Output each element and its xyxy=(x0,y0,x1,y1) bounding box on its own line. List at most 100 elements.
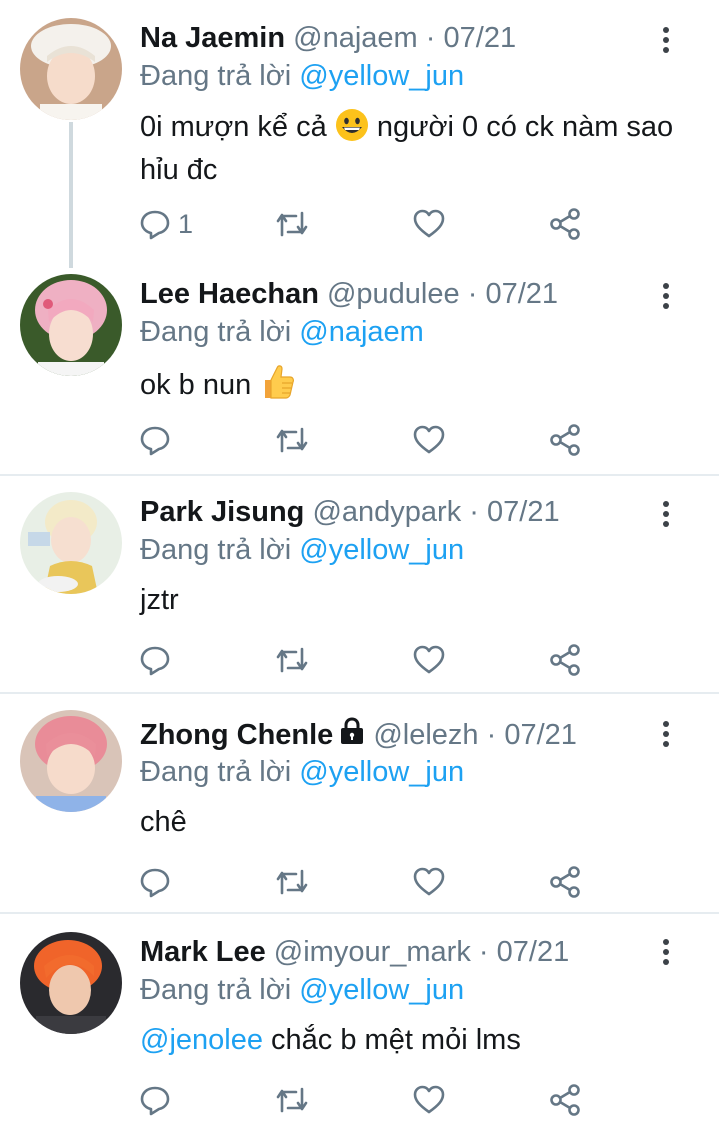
avatar[interactable] xyxy=(20,710,122,812)
like-button[interactable] xyxy=(412,204,446,244)
more-options-icon[interactable] xyxy=(654,499,678,529)
user-handle[interactable]: @pudulee xyxy=(327,278,460,310)
reply-mention-link[interactable]: @yellow_jun xyxy=(299,60,464,92)
more-options-icon[interactable] xyxy=(654,937,678,967)
user-handle[interactable]: @imyour_mark xyxy=(274,936,471,968)
display-name[interactable]: Park Jisung xyxy=(140,496,304,528)
avatar[interactable] xyxy=(20,18,122,120)
tweet-header: Mark Lee @imyour_mark · 07/21 xyxy=(140,934,569,970)
retweet-icon xyxy=(276,427,308,453)
replying-to: Đang trả lời @yellow_jun xyxy=(140,58,464,94)
more-options-icon[interactable] xyxy=(654,281,678,311)
replying-to: Đang trả lời @najaem xyxy=(140,314,424,350)
tweet-text-part: chê xyxy=(140,806,187,838)
share-button[interactable] xyxy=(548,204,582,244)
user-handle[interactable]: @andypark xyxy=(312,496,461,528)
reply-icon xyxy=(140,426,170,456)
tweet-text: @jenolee chắc b mệt mỏi lms xyxy=(140,1022,680,1059)
retweet-button[interactable] xyxy=(274,1080,310,1120)
tweet-actions xyxy=(138,640,598,680)
avatar[interactable] xyxy=(20,492,122,594)
reply-prefix: Đang trả lời xyxy=(140,974,292,1006)
like-button[interactable] xyxy=(412,420,446,460)
reply-count: 1 xyxy=(178,208,194,239)
reply-button[interactable] xyxy=(138,640,172,680)
tweet-actions xyxy=(138,1080,598,1120)
user-handle[interactable]: @najaem xyxy=(293,22,418,54)
tweet-text: chê xyxy=(140,804,680,841)
tweet-text-part: jztr xyxy=(140,584,179,616)
share-icon xyxy=(550,424,580,456)
retweet-button[interactable] xyxy=(274,204,310,244)
share-icon xyxy=(550,208,580,240)
tweet-lelezh[interactable]: Zhong Chenle @lelezh · 07/21 Đang trả lời… xyxy=(0,694,719,912)
retweet-icon xyxy=(276,647,308,673)
retweet-button[interactable] xyxy=(274,420,310,460)
tweet-pudulee[interactable]: Lee Haechan @pudulee · 07/21 Đang trả lờ… xyxy=(0,260,719,474)
share-icon xyxy=(550,1084,580,1116)
reply-prefix: Đang trả lời xyxy=(140,316,292,348)
retweet-icon xyxy=(276,211,308,237)
display-name[interactable]: Lee Haechan xyxy=(140,278,319,310)
like-button[interactable] xyxy=(412,1080,446,1120)
replying-to: Đang trả lời @yellow_jun xyxy=(140,532,464,568)
tweet-header: Lee Haechan @pudulee · 07/21 xyxy=(140,276,558,312)
more-options-icon[interactable] xyxy=(654,25,678,55)
reply-prefix: Đang trả lời xyxy=(140,60,292,92)
reply-mention-link[interactable]: @yellow_jun xyxy=(299,756,464,788)
tweet-date[interactable]: 07/21 xyxy=(497,936,570,968)
reply-button[interactable] xyxy=(138,420,172,460)
share-button[interactable] xyxy=(548,1080,582,1120)
reply-icon xyxy=(140,646,170,676)
retweet-button[interactable] xyxy=(274,640,310,680)
retweet-button[interactable] xyxy=(274,862,310,902)
tweet-actions xyxy=(138,862,598,902)
tweet-header: Na Jaemin @najaem · 07/21 xyxy=(140,20,516,56)
reply-button[interactable] xyxy=(138,862,172,902)
tweet-date[interactable]: 07/21 xyxy=(485,278,558,310)
like-icon xyxy=(413,1085,445,1114)
share-button[interactable] xyxy=(548,862,582,902)
reply-mention-link[interactable]: @yellow_jun xyxy=(299,974,464,1006)
tweet-imyour-mark[interactable]: Mark Lee @imyour_mark · 07/21 Đang trả l… xyxy=(0,914,719,1128)
more-options-icon[interactable] xyxy=(654,719,678,749)
tweet-text-part: ok b nun xyxy=(140,369,252,401)
separator: · xyxy=(486,719,497,751)
reply-prefix: Đang trả lời xyxy=(140,534,292,566)
share-button[interactable] xyxy=(548,420,582,460)
tweet-date[interactable]: 07/21 xyxy=(504,719,577,751)
share-button[interactable] xyxy=(548,640,582,680)
tweet-najaem[interactable]: Na Jaemin @najaem · 07/21 Đang trả lời @… xyxy=(0,0,719,268)
reply-button[interactable]: 1 xyxy=(138,204,193,244)
grinning-face-icon xyxy=(335,108,369,152)
avatar[interactable] xyxy=(20,274,122,376)
like-button[interactable] xyxy=(412,640,446,680)
reply-button[interactable] xyxy=(138,1080,172,1120)
avatar[interactable] xyxy=(20,932,122,1034)
body-mention-link[interactable]: @jenolee xyxy=(140,1024,263,1056)
display-name[interactable]: Na Jaemin xyxy=(140,22,285,54)
tweet-text: ok b nun xyxy=(140,362,680,410)
tweet-actions: 1 xyxy=(138,204,598,244)
reply-mention-link[interactable]: @yellow_jun xyxy=(299,534,464,566)
display-name[interactable]: Zhong Chenle xyxy=(140,719,333,751)
separator: · xyxy=(467,278,478,310)
reply-icon xyxy=(140,1086,170,1116)
thread-line xyxy=(69,122,73,268)
tweet-date[interactable]: 07/21 xyxy=(487,496,560,528)
display-name[interactable]: Mark Lee xyxy=(140,936,266,968)
tweet-andypark[interactable]: Park Jisung @andypark · 07/21 Đang trả l… xyxy=(0,476,719,692)
like-icon xyxy=(413,209,445,238)
reply-icon xyxy=(140,210,170,240)
reply-mention-link[interactable]: @najaem xyxy=(299,316,424,348)
reply-icon xyxy=(140,868,170,898)
user-handle[interactable]: @lelezh xyxy=(373,719,478,751)
lock-icon xyxy=(337,716,367,755)
tweet-text: 0i mượn kể cả người 0 có ck nàm sao hỉu … xyxy=(140,108,680,189)
tweet-date[interactable]: 07/21 xyxy=(444,22,517,54)
like-icon xyxy=(413,645,445,674)
like-button[interactable] xyxy=(412,862,446,902)
retweet-icon xyxy=(276,1087,308,1113)
tweet-text-part: 0i mượn kể cả xyxy=(140,111,327,143)
tweet-text: jztr xyxy=(140,582,680,619)
